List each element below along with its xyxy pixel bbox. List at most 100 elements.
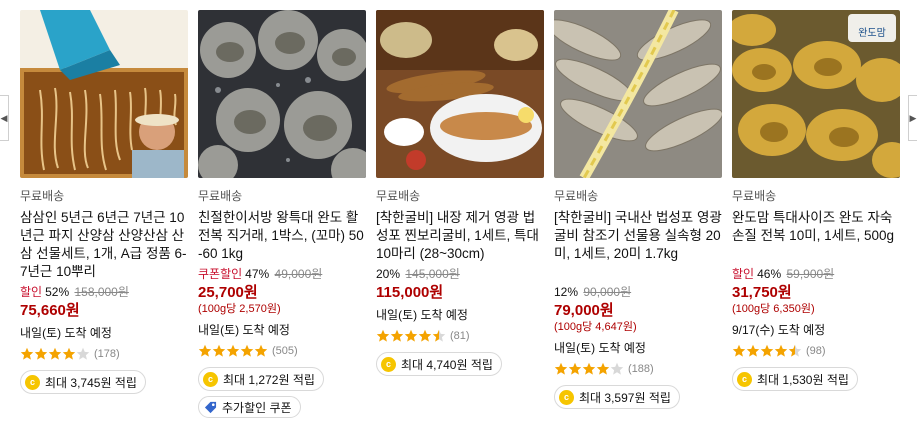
review-count: (188) (628, 363, 654, 375)
unit-price: (100g당 4,647원) (554, 321, 637, 333)
delivery-date: 내일(토) 도착 예정 (20, 326, 112, 340)
product-title[interactable]: [착한굴비] 내장 제거 영광 법성포 찐보리굴비, 1세트, 특대 10마리 … (376, 209, 544, 263)
delivery-date: 내일(토) 도착 예정 (198, 323, 290, 337)
discount-label: 할인 (20, 285, 43, 299)
star-icon (76, 347, 90, 360)
review-count: (98) (806, 345, 826, 357)
coin-icon: c (203, 371, 218, 387)
sale-price: 79,000원 (554, 302, 614, 319)
discount-row: 12% 90,000원 (554, 284, 722, 300)
ginseng-gift-set-image[interactable] (20, 10, 188, 178)
star-icon (788, 344, 802, 357)
delivery-date: 9/17(수) 도착 예정 (732, 323, 826, 337)
discount-rate: 52% (45, 285, 70, 299)
star-icon (212, 344, 226, 357)
carousel-prev-button[interactable]: ◀ (0, 95, 9, 141)
discount-rate: 20% (376, 267, 401, 281)
coupon-text: 추가할인 쿠폰 (222, 400, 292, 415)
star-rating (376, 329, 446, 343)
star-icon (746, 344, 760, 357)
original-price: 49,000원 (274, 267, 323, 281)
product-title[interactable]: 삼삼인 5년근 6년근 7년근 10년근 파지 산양삼 산양산삼 산삼 선물세트… (20, 209, 188, 281)
discount-row: 20% 145,000원 (376, 266, 544, 282)
rating: (81) (376, 328, 544, 344)
reward-badge: c 최대 4,740원 적립 (376, 352, 502, 376)
reward-text: 최대 3,745원 적립 (45, 375, 137, 390)
shipping-label: 무료배송 (376, 189, 421, 203)
brand-logo: 완도맘 (858, 27, 886, 39)
coin-icon: c (25, 374, 40, 390)
sale-price: 115,000원 (376, 284, 444, 301)
product-title[interactable]: [착한굴비] 국내산 법성포 영광굴비 참조기 선물용 실속형 20미, 1세트… (554, 209, 722, 281)
star-icon (198, 344, 212, 357)
star-icon (376, 329, 390, 342)
rating: (178) (20, 346, 188, 362)
star-icon (774, 344, 788, 357)
delivery-date: 내일(토) 도착 예정 (376, 308, 468, 322)
star-icon (418, 329, 432, 342)
grilled-fish-dish-image[interactable] (376, 10, 544, 178)
product-card[interactable]: 무료배송 [착한굴비] 내장 제거 영광 법성포 찐보리굴비, 1세트, 특대 … (376, 10, 544, 376)
shipping-label: 무료배송 (732, 189, 777, 203)
discount-row: 쿠폰할인 47% 49,000원 (198, 266, 366, 282)
product-card[interactable]: 무료배송 삼삼인 5년근 6년근 7년근 10년근 파지 산양삼 산양산삼 산삼… (20, 10, 188, 394)
star-icon (240, 344, 254, 357)
sale-price: 31,750원 (732, 284, 792, 301)
unit-price: (100g당 6,350원) (732, 303, 815, 315)
review-count: (81) (450, 330, 470, 342)
star-icon (732, 344, 746, 357)
discount-rate: 12% (554, 285, 579, 299)
star-icon (254, 344, 268, 357)
star-rating (198, 344, 268, 358)
delivery-date: 내일(토) 도착 예정 (554, 341, 646, 355)
discount-rate: 47% (245, 267, 270, 281)
star-icon (432, 329, 446, 342)
rating: (98) (732, 343, 900, 359)
star-icon (48, 347, 62, 360)
reward-text: 최대 1,530원 적립 (757, 372, 849, 387)
star-rating (20, 347, 90, 361)
discount-row: 할인 52% 158,000원 (20, 284, 188, 300)
carousel-next-button[interactable]: ▶ (908, 95, 917, 141)
shipping-label: 무료배송 (554, 189, 599, 203)
product-card[interactable]: 완도맘 무료배송 완도맘 특대사이즈 완도 자숙 손질 전복 10미, 1세트,… (732, 10, 900, 391)
star-icon (34, 347, 48, 360)
star-icon (760, 344, 774, 357)
dried-yellow-croaker-image[interactable] (554, 10, 722, 178)
reward-text: 최대 4,740원 적립 (401, 357, 493, 372)
star-rating (732, 344, 802, 358)
star-rating (554, 362, 624, 376)
chevron-left-icon: ◀ (0, 112, 8, 123)
product-title[interactable]: 완도맘 특대사이즈 완도 자숙 손질 전복 10미, 1세트, 500g (732, 209, 900, 263)
coupon-tag-icon (204, 401, 217, 413)
original-price: 59,900원 (786, 267, 835, 281)
discount-label: 쿠폰할인 (198, 267, 243, 281)
product-card[interactable]: 무료배송 [착한굴비] 국내산 법성포 영광굴비 참조기 선물용 실속형 20미… (554, 10, 722, 409)
star-icon (404, 329, 418, 342)
star-icon (554, 362, 568, 375)
discount-rate: 46% (757, 267, 782, 281)
rating: (188) (554, 361, 722, 377)
rating: (505) (198, 343, 366, 359)
coin-icon: c (559, 389, 574, 405)
wando-abalone-image[interactable]: 완도맘 (732, 10, 900, 178)
star-icon (610, 362, 624, 375)
sale-price: 75,660원 (20, 302, 80, 319)
shipping-label: 무료배송 (198, 189, 243, 203)
coupon-badge[interactable]: 추가할인 쿠폰 (198, 396, 301, 418)
shipping-label: 무료배송 (20, 189, 65, 203)
reward-text: 최대 1,272원 적립 (223, 372, 315, 387)
reward-text: 최대 3,597원 적립 (579, 390, 671, 405)
reward-badge: c 최대 1,272원 적립 (198, 367, 324, 391)
coin-icon: c (381, 356, 396, 372)
original-price: 90,000원 (583, 285, 632, 299)
star-icon (20, 347, 34, 360)
star-icon (596, 362, 610, 375)
product-card[interactable]: 무료배송 친절한이서방 왕특대 완도 활 전복 직거래, 1박스, (꼬마) 5… (198, 10, 366, 419)
reward-badge: c 최대 3,745원 적립 (20, 370, 146, 394)
sale-price: 25,700원 (198, 284, 258, 301)
product-title[interactable]: 친절한이서방 왕특대 완도 활 전복 직거래, 1박스, (꼬마) 50-60 … (198, 209, 366, 263)
abalone-image[interactable] (198, 10, 366, 178)
discount-row: 할인 46% 59,900원 (732, 266, 900, 282)
chevron-right-icon: ▶ (909, 112, 917, 123)
